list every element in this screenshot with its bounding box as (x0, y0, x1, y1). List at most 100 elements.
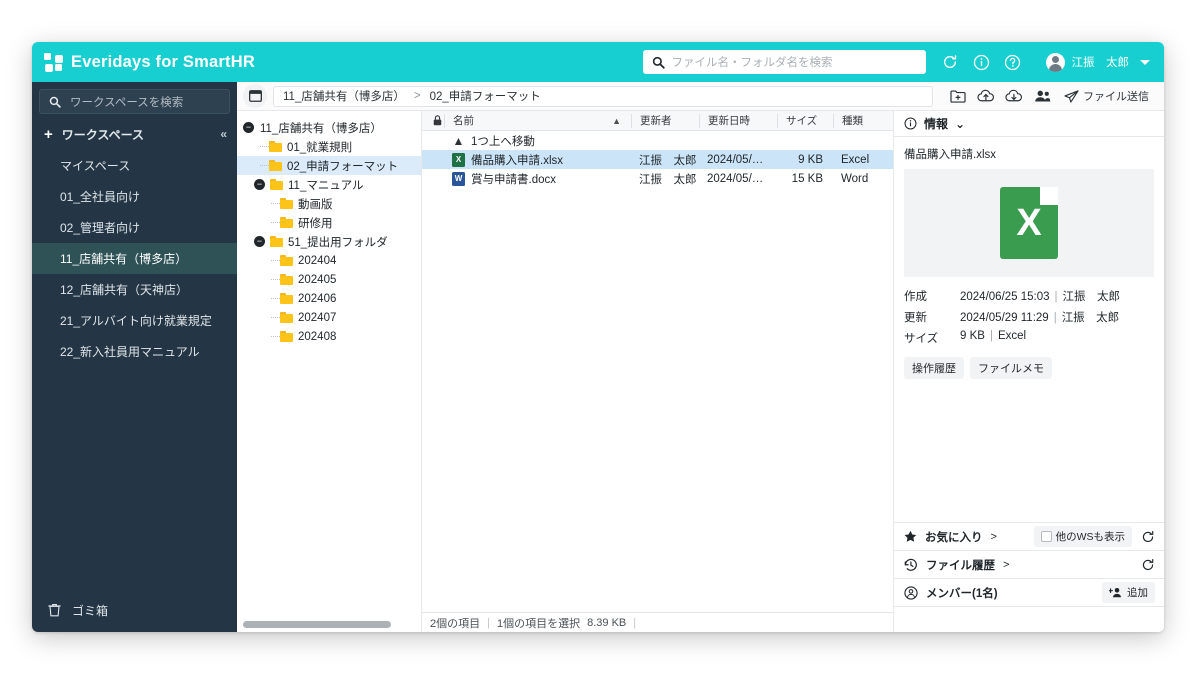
tree-node-label: 202407 (298, 312, 336, 324)
tree-node-202405[interactable]: 202405 (237, 270, 421, 289)
center-area: 11_店舗共有（博多店） > 02_申請フォーマット (237, 82, 1164, 632)
column-header-name[interactable]: 名前 ▲ (444, 114, 631, 128)
brand-title: Everidays for SmartHR (71, 53, 255, 72)
tree-node-label: 202408 (298, 331, 336, 343)
plus-icon[interactable]: + (44, 127, 53, 142)
table-row[interactable]: X 備品購入申請.xlsx 江振 太郎 2024/05/… 9 KB Excel (422, 150, 893, 169)
sidebar-item-11[interactable]: 11_店舗共有（博多店） (32, 243, 237, 274)
excel-glyph: X (1016, 202, 1041, 245)
send-file-label: ファイル送信 (1083, 88, 1149, 104)
column-header-type[interactable]: 種類 (833, 114, 893, 128)
refresh-icon[interactable] (1141, 530, 1155, 544)
status-selection: 1個の項目を選択 (497, 615, 580, 631)
folder-open-icon (269, 160, 282, 171)
members-icon[interactable] (1029, 85, 1055, 107)
sidebar-item-trash[interactable]: ゴミ箱 (32, 588, 237, 632)
meta-size: 9 KB (960, 330, 985, 342)
info-panel-header[interactable]: 情報 ⌄ (894, 111, 1164, 137)
info-filename: 備品購入申請.xlsx (894, 137, 1164, 169)
sidebar-item-myspace[interactable]: マイスペース (32, 150, 237, 181)
column-header-user[interactable]: 更新者 (631, 114, 699, 128)
breadcrumb-part-1[interactable]: 02_申請フォーマット (430, 88, 541, 104)
section-members[interactable]: メンバー(1名) 追加 (894, 578, 1164, 606)
tree-node-01[interactable]: 01_就業規則 (237, 137, 421, 156)
collapse-toggle-icon[interactable]: − (243, 122, 254, 133)
add-member-button[interactable]: 追加 (1102, 582, 1155, 603)
breadcrumb-part-0[interactable]: 11_店舗共有（博多店） (283, 88, 405, 104)
tree-horizontal-scrollbar[interactable] (243, 621, 391, 628)
sidebar-item-22[interactable]: 22_新入社員用マニュアル (32, 336, 237, 367)
collapse-toggle-icon[interactable]: − (254, 236, 265, 247)
file-size: 9 KB (777, 150, 833, 169)
folder-closed-icon (280, 293, 293, 304)
tree-node-202406[interactable]: 202406 (237, 289, 421, 308)
history-chip[interactable]: 操作履歴 (904, 357, 964, 379)
chevron-down-icon[interactable]: ⌄ (955, 117, 965, 131)
sidebar-item-12[interactable]: 12_店舗共有（天神店） (32, 274, 237, 305)
file-list-body: ▲ 1つ上へ移動 X 備品購入申請.xlsx 江振 太郎 2024/05/ (422, 131, 893, 612)
meta-user: 江振 太郎 (1063, 291, 1121, 303)
column-header-size[interactable]: サイズ (777, 114, 833, 128)
refresh-icon[interactable] (942, 54, 959, 71)
tree-node-202404[interactable]: 202404 (237, 251, 421, 270)
trash-label: ゴミ箱 (72, 602, 108, 619)
global-search-box[interactable]: ファイル名・フォルダ名を検索 (643, 50, 926, 74)
tree-node-label: 動画版 (298, 196, 333, 212)
sidebar-item-01[interactable]: 01_全社員向け (32, 181, 237, 212)
tree-node-202407[interactable]: 202407 (237, 308, 421, 327)
tree-node-51[interactable]: − 51_提出用フォルダ (237, 232, 421, 251)
section-file-history[interactable]: ファイル履歴 > (894, 550, 1164, 578)
chevron-right-icon: > (991, 531, 997, 543)
tree-node-02-selected[interactable]: 02_申請フォーマット (237, 156, 421, 175)
file-size: 15 KB (777, 169, 833, 188)
show-other-ws-toggle[interactable]: 他のWSも表示 (1034, 526, 1132, 547)
toolbar-actions: ファイル送信 (945, 85, 1156, 107)
new-folder-icon[interactable] (945, 85, 971, 107)
panel-toggle-icon[interactable] (243, 84, 267, 108)
meta-value: 9 KB|Excel (960, 330, 1026, 346)
section-favorites[interactable]: お気に入り > 他のWSも表示 (894, 522, 1164, 550)
tree-guide (271, 298, 280, 299)
help-circle-icon[interactable] (1004, 54, 1021, 71)
user-menu[interactable]: 江振 太郎 (1046, 53, 1151, 72)
info-circle-icon[interactable] (973, 54, 990, 71)
tree-node-kenshu[interactable]: 研修用 (237, 213, 421, 232)
tree-guide (271, 317, 280, 318)
add-member-icon (1109, 587, 1123, 598)
meta-value: 2024/06/25 15:03|江振 太郎 (960, 288, 1120, 304)
sidebar-item-label: 01_全社員向け (60, 188, 140, 205)
chevron-double-left-icon[interactable]: « (220, 127, 227, 141)
meta-label: 作成 (904, 288, 960, 304)
info-panel: 情報 ⌄ 備品購入申請.xlsx X 作成 2024/06/25 (894, 111, 1164, 632)
meta-filetype: Excel (998, 330, 1026, 342)
meta-date: 2024/05/29 11:29 (960, 312, 1049, 324)
file-list-panel: 名前 ▲ 更新者 更新日時 サイズ 種類 ▲ 1つ上へ (422, 111, 894, 632)
checkbox-icon[interactable] (1041, 531, 1052, 542)
tree-node-douga[interactable]: 動画版 (237, 194, 421, 213)
folder-closed-icon (280, 255, 293, 266)
tree-node-11[interactable]: − 11_マニュアル (237, 175, 421, 194)
sidebar-item-02[interactable]: 02_管理者向け (32, 212, 237, 243)
breadcrumb[interactable]: 11_店舗共有（博多店） > 02_申請フォーマット (273, 86, 933, 107)
sidebar-item-21[interactable]: 21_アルバイト向け就業規定 (32, 305, 237, 336)
tree-node-root[interactable]: − 11_店舗共有（博多店） (237, 118, 421, 137)
status-bar: 2個の項目 | 1個の項目を選択 8.39 KB | (422, 612, 893, 632)
table-row[interactable]: W 賞与申請書.docx 江振 太郎 2024/05/… 15 KB Word (422, 169, 893, 188)
go-up-row[interactable]: ▲ 1つ上へ移動 (422, 131, 893, 150)
upload-cloud-icon[interactable] (973, 85, 999, 107)
tree-node-label: 202406 (298, 293, 336, 305)
workspace-section-header: + ワークスペース « (32, 118, 237, 150)
user-name: 江振 太郎 (1072, 54, 1130, 70)
refresh-icon[interactable] (1141, 558, 1155, 572)
filememo-chip[interactable]: ファイルメモ (970, 357, 1052, 379)
collapse-toggle-icon[interactable]: − (254, 179, 265, 190)
tree-node-202408[interactable]: 202408 (237, 327, 421, 346)
search-icon (652, 56, 665, 69)
info-panel-title: 情報 (924, 115, 948, 132)
workspace-search-input[interactable]: ワークスペースを検索 (39, 89, 230, 114)
send-file-button[interactable]: ファイル送信 (1057, 85, 1156, 107)
file-name: 賞与申請書.docx (471, 171, 556, 187)
column-header-date[interactable]: 更新日時 (699, 114, 777, 128)
meta-row-created: 作成 2024/06/25 15:03|江振 太郎 (904, 288, 1154, 304)
download-cloud-icon[interactable] (1001, 85, 1027, 107)
